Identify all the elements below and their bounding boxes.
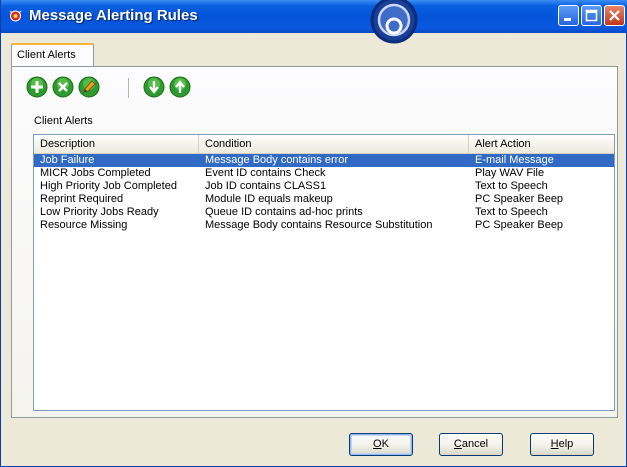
cell-condition: Event ID contains Check [205, 167, 326, 179]
window-title: Message Alerting Rules [29, 7, 198, 24]
cell-description: High Priority Job Completed [40, 180, 177, 192]
cell-condition: Queue ID contains ad-hoc prints [205, 206, 363, 218]
app-icon [9, 10, 22, 22]
list-header: Description Condition Alert Action [34, 135, 614, 154]
edit-rule-button[interactable] [78, 76, 100, 98]
move-down-button[interactable] [143, 76, 165, 98]
move-up-button[interactable] [169, 76, 191, 98]
cell-action: PC Speaker Beep [475, 193, 564, 205]
cancel-label: ancel [461, 438, 489, 450]
close-icon [609, 10, 620, 21]
help-mnemonic: H [550, 438, 559, 450]
minimize-icon [564, 18, 571, 21]
maximize-icon [585, 9, 598, 22]
cell-action: E-mail Message [475, 154, 554, 166]
cell-action: Text to Speech [475, 180, 548, 192]
column-alert-action[interactable]: Alert Action [469, 135, 614, 153]
cancel-mnemonic: C [453, 438, 462, 450]
table-row[interactable]: Low Priority Jobs Ready Queue ID contains… [34, 206, 614, 219]
add-rule-button[interactable] [26, 76, 48, 98]
title-bar[interactable]: Message Alerting Rules [1, 0, 627, 33]
tab-client-alerts[interactable]: Client Alerts [11, 43, 94, 67]
cell-condition: Message Body contains Resource Substitut… [205, 219, 433, 231]
table-row[interactable]: Job Failure Message Body contains error E-… [34, 154, 614, 167]
overlay-badge-icon [370, 0, 418, 44]
cell-condition: Job ID contains CLASS1 [205, 180, 327, 192]
table-row[interactable]: Reprint Required Module ID equals makeup P… [34, 193, 614, 206]
cell-action: Text to Speech [475, 206, 548, 218]
toolbar-separator [128, 78, 130, 98]
cell-description: Reprint Required [40, 193, 124, 205]
cell-condition: Module ID equals makeup [205, 193, 333, 205]
table-row[interactable]: High Priority Job Completed Job ID contai… [34, 180, 614, 193]
ok-label: K [381, 438, 389, 450]
ok-button[interactable]: OK [349, 433, 413, 456]
cell-description: MICR Jobs Completed [40, 167, 151, 179]
column-condition[interactable]: Condition [199, 135, 469, 153]
minimize-button[interactable] [558, 5, 579, 26]
table-row[interactable]: Resource Missing Message Body contains Re… [34, 219, 614, 232]
ok-mnemonic: O [373, 438, 382, 450]
cell-condition: Message Body contains error [205, 154, 349, 166]
cell-description: Resource Missing [40, 219, 128, 231]
cancel-button[interactable]: Cancel [439, 433, 503, 456]
cell-description: Low Priority Jobs Ready [40, 206, 159, 218]
help-button[interactable]: Help [530, 433, 594, 456]
table-row[interactable]: MICR Jobs Completed Event ID contains Che… [34, 167, 614, 180]
column-description[interactable]: Description [34, 135, 199, 153]
cell-description: Job Failure [40, 154, 95, 166]
close-button[interactable] [604, 5, 625, 26]
maximize-button[interactable] [581, 5, 602, 26]
message-alerting-rules-dialog: Message Alerting Rules Client Alerts Cli… [0, 0, 627, 467]
alerts-list[interactable]: Description Condition Alert Action Job F… [33, 134, 615, 411]
client-alerts-label: Client Alerts [34, 115, 93, 127]
cell-action: Play WAV File [475, 167, 545, 179]
delete-rule-button[interactable] [52, 76, 74, 98]
help-label: elp [558, 438, 574, 450]
client-alerts-panel: Client Alerts Description Condition Aler… [11, 66, 618, 418]
cell-action: PC Speaker Beep [475, 219, 564, 231]
